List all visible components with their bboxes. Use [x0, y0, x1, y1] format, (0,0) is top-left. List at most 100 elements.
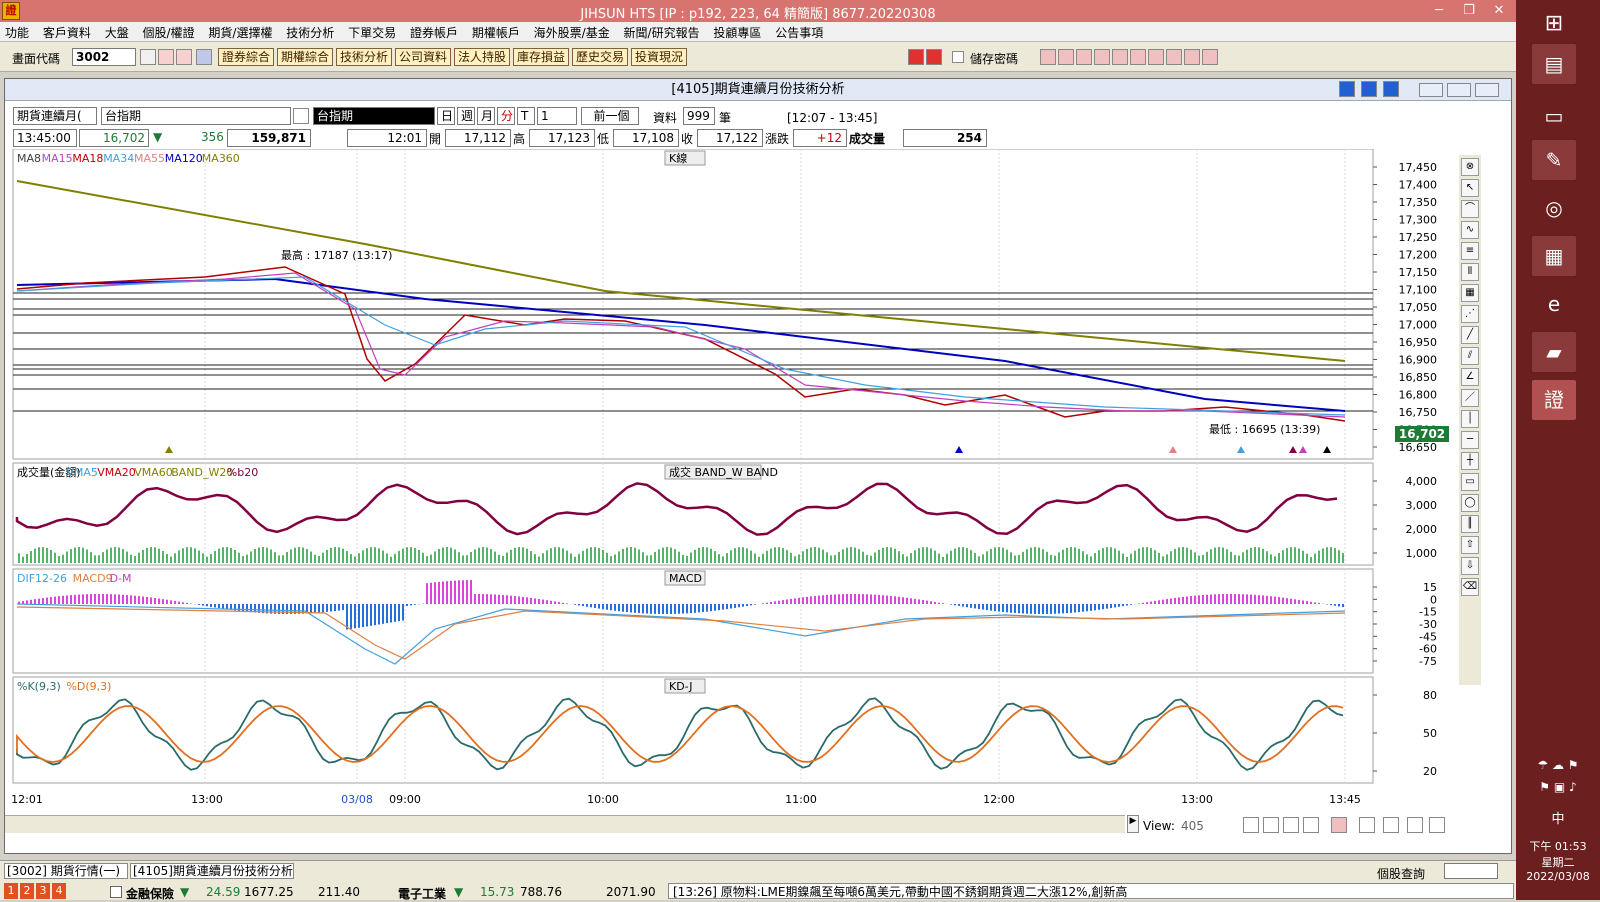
tool-icon[interactable]	[1202, 49, 1218, 65]
menu-item[interactable]: 新聞/研究報告	[619, 22, 705, 43]
window-minimize-button[interactable]	[1419, 83, 1443, 97]
tool-icon[interactable]	[1112, 49, 1128, 65]
menu-item[interactable]: 客戶資料	[38, 22, 96, 43]
angle-icon[interactable]: ∠	[1461, 368, 1479, 386]
tool-icon[interactable]	[1058, 49, 1074, 65]
menu-item[interactable]: 期權帳戶	[467, 22, 525, 43]
screen-1-button[interactable]: 1	[4, 883, 18, 899]
menu-item[interactable]: 公告事項	[770, 22, 828, 43]
text-icon[interactable]	[1361, 81, 1377, 97]
screen-2-button[interactable]: 2	[20, 883, 34, 899]
tool-icon[interactable]	[1148, 49, 1164, 65]
fan-icon[interactable]: ⋰	[1461, 305, 1479, 323]
down-arrow-icon[interactable]: ⇩	[1461, 557, 1479, 575]
tab-futures-quote[interactable]: [3002] 期貨行情(一)	[4, 863, 128, 879]
securities-summary-button[interactable]: 證券綜合	[218, 48, 275, 66]
tab-technical-analysis[interactable]: [4105]期貨連續月份技術分析	[130, 863, 294, 879]
zoom-in-icon[interactable]	[1243, 817, 1259, 833]
jihsun-app-icon[interactable]: 證	[1532, 380, 1576, 420]
ime-indicator[interactable]: 中	[1516, 808, 1600, 827]
rect-icon[interactable]: ▭	[1461, 473, 1479, 491]
file-explorer-icon[interactable]: ▭	[1532, 96, 1576, 136]
menu-item[interactable]: 大盤	[100, 22, 134, 43]
cross-icon[interactable]: ┼	[1461, 452, 1479, 470]
zoom-reset-icon[interactable]	[1283, 817, 1299, 833]
scroll-right-icon[interactable]: ▶	[1127, 815, 1139, 833]
menu-item[interactable]: 技術分析	[281, 22, 339, 43]
save-password-checkbox[interactable]	[952, 51, 964, 63]
futures-summary-button[interactable]: 期權綜合	[277, 48, 334, 66]
segment-icon[interactable]: ／	[1461, 389, 1479, 407]
crosshair-icon[interactable]: ⊗	[1461, 158, 1479, 176]
pointer-icon[interactable]: ↖	[1461, 179, 1479, 197]
settings-icon[interactable]	[1429, 817, 1445, 833]
search-icon[interactable]	[140, 49, 156, 65]
zoom-out-icon[interactable]	[1263, 817, 1279, 833]
menu-item[interactable]: 個股/權證	[138, 22, 200, 43]
chrome-icon[interactable]: ◎	[1532, 188, 1576, 228]
line-icon[interactable]: ╱	[1461, 326, 1479, 344]
interval-select[interactable]: 1	[537, 107, 577, 125]
tool-icon[interactable]	[1094, 49, 1110, 65]
menu-item[interactable]: 投顧專區	[708, 22, 766, 43]
bars-icon[interactable]: ║	[1461, 515, 1479, 533]
history-trades-button[interactable]: 歷史交易	[572, 48, 629, 66]
copy-icon[interactable]	[1359, 817, 1375, 833]
paint-icon[interactable]: ✎	[1532, 140, 1576, 180]
investment-status-button[interactable]: 投資現況	[631, 48, 688, 66]
ticker-checkbox[interactable]	[110, 886, 122, 898]
menu-item[interactable]: 下單交易	[343, 22, 401, 43]
pen-icon[interactable]	[1407, 817, 1423, 833]
period-tick-button[interactable]: T	[517, 107, 535, 125]
spreadsheet-icon[interactable]: ▦	[1532, 236, 1576, 276]
period-month-button[interactable]: 月	[477, 107, 495, 125]
menu-item[interactable]: 功能	[0, 22, 34, 43]
tray-icons[interactable]: ☂ ☁ ⚑	[1526, 758, 1590, 772]
channel-icon[interactable]: ⫽	[1461, 347, 1479, 365]
dropdown-icon[interactable]	[196, 49, 212, 65]
window-close-button[interactable]	[1475, 83, 1499, 97]
up-arrow-icon[interactable]: ⇧	[1461, 536, 1479, 554]
tool-icon[interactable]	[1166, 49, 1182, 65]
search-icon[interactable]	[293, 108, 309, 124]
menu-item[interactable]: 期貨/選擇權	[203, 22, 277, 43]
institutional-holding-button[interactable]: 法人持股	[454, 48, 511, 66]
refresh-icon[interactable]	[1303, 817, 1319, 833]
mail-icon[interactable]	[158, 49, 174, 65]
windows-start-icon[interactable]: ⊞	[1532, 4, 1576, 44]
product-name-input[interactable]: 台指期	[101, 107, 291, 125]
print-icon[interactable]	[176, 49, 192, 65]
fib-icon[interactable]: ≡	[1461, 242, 1479, 260]
tool-icon[interactable]	[1184, 49, 1200, 65]
arc-icon[interactable]: ⌒	[1461, 200, 1479, 218]
close-button[interactable]: ✕	[1484, 0, 1514, 22]
flag-icon[interactable]	[908, 49, 924, 65]
chart-canvas[interactable]: K線 MA8 MA15 MA18 MA34 MA55 MA120MA360 17,450 17,…	[5, 149, 1485, 835]
window-restore-button[interactable]	[1447, 83, 1471, 97]
wave-icon[interactable]: ∿	[1461, 221, 1479, 239]
tool-icon[interactable]	[1040, 49, 1056, 65]
period-week-button[interactable]: 週	[457, 107, 475, 125]
data-count-input[interactable]: 999	[683, 107, 715, 125]
flag-icon[interactable]	[926, 49, 942, 65]
vline-icon[interactable]: │	[1461, 410, 1479, 428]
company-info-button[interactable]: 公司資料	[395, 48, 452, 66]
code-input[interactable]: 3002	[72, 48, 136, 66]
period-day-button[interactable]: 日	[437, 107, 455, 125]
inventory-pl-button[interactable]: 庫存損益	[513, 48, 570, 66]
task-view-icon[interactable]: ▤	[1532, 44, 1576, 84]
tool-icon[interactable]	[1130, 49, 1146, 65]
minimize-button[interactable]: ─	[1424, 0, 1454, 22]
hatch-icon[interactable]: ▦	[1461, 284, 1479, 302]
menu-item[interactable]: 海外股票/基金	[529, 22, 615, 43]
period-minute-button[interactable]: 分	[497, 107, 515, 125]
clock-time[interactable]: 下午 01:53	[1516, 838, 1600, 854]
ie-icon[interactable]: e	[1532, 284, 1576, 324]
prev-button[interactable]: 前一個	[581, 107, 639, 125]
screen-4-button[interactable]: 4	[52, 883, 66, 899]
horizontal-scrollbar[interactable]	[5, 815, 1125, 833]
eraser-icon[interactable]: ⌫	[1461, 578, 1479, 596]
screen-3-button[interactable]: 3	[36, 883, 50, 899]
technical-analysis-button[interactable]: 技術分析	[336, 48, 393, 66]
help-icon[interactable]	[1383, 81, 1399, 97]
